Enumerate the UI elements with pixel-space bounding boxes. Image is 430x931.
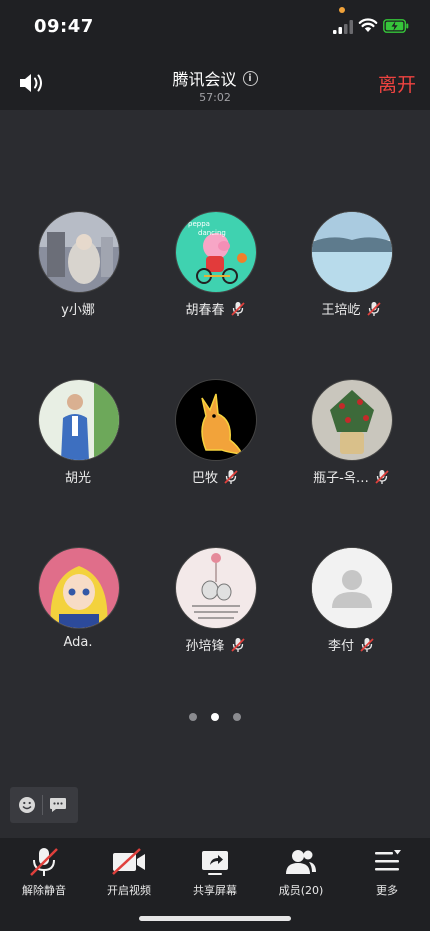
participant-name: 孙培锋 — [185, 639, 225, 654]
meeting-title-row[interactable]: 腾讯会议 i — [0, 66, 430, 90]
participant-tile[interactable]: 胡光 — [8, 379, 148, 509]
participant-tile[interactable]: peppa dancing 胡春春 — [145, 211, 285, 341]
info-icon[interactable]: i — [242, 70, 258, 86]
status-time: 09:47 — [34, 16, 94, 37]
participant-tile[interactable]: 李付 — [281, 547, 421, 677]
members-button[interactable]: 成员(20) — [258, 846, 344, 906]
avatar — [38, 547, 120, 629]
members-label: 成员(20) — [278, 884, 324, 897]
page-dot[interactable] — [233, 713, 241, 721]
status-bar: 09:47 — [0, 0, 430, 52]
participant-tile[interactable]: 王培屹 — [281, 211, 421, 341]
avatar — [311, 211, 393, 293]
avatar — [311, 547, 393, 629]
participant-tile[interactable]: 孙培锋 — [145, 547, 285, 677]
participant-name: y小娜 — [61, 303, 95, 318]
privacy-indicator-dot — [339, 7, 345, 13]
svg-text:dancing: dancing — [198, 229, 226, 237]
share-screen-icon — [202, 851, 228, 875]
participant-name: 胡光 — [64, 471, 91, 486]
default-user-icon — [312, 548, 392, 628]
meeting-toolbar: 解除静音 开启视频 共享屏幕 成员(20) 更多 — [0, 838, 430, 931]
start-video-button[interactable]: 开启视频 — [86, 846, 172, 906]
participant-tile[interactable]: 巴牧 — [145, 379, 285, 509]
meeting-duration: 57:02 — [199, 91, 231, 104]
mic-muted-icon — [224, 469, 238, 484]
svg-text:peppa: peppa — [188, 220, 210, 228]
participant-name: 胡春春 — [185, 303, 225, 318]
participant-tile[interactable]: Ada. — [8, 547, 148, 677]
wifi-icon — [358, 18, 378, 32]
mic-muted-icon — [230, 301, 245, 316]
share-screen-button[interactable]: 共享屏幕 — [172, 846, 258, 906]
avatar — [175, 379, 257, 461]
more-label: 更多 — [376, 884, 398, 897]
emoji-icon[interactable] — [18, 796, 36, 814]
avatar — [38, 211, 120, 293]
mic-muted-icon — [366, 301, 381, 316]
page-dot[interactable] — [189, 713, 197, 721]
mic-muted-icon — [30, 848, 58, 876]
members-icon — [286, 850, 316, 874]
participant-name: 王培屹 — [321, 303, 361, 318]
more-button[interactable]: 更多 — [344, 846, 430, 906]
participant-tile[interactable]: 瓶子-옥… — [281, 379, 421, 509]
participant-tile[interactable]: y小娜 — [8, 211, 148, 341]
cellular-signal-icon — [333, 20, 353, 34]
participant-name: Ada. — [63, 635, 93, 650]
avatar — [175, 547, 257, 629]
mic-muted-icon — [375, 469, 389, 484]
mic-muted-icon — [360, 637, 374, 652]
page-indicator[interactable] — [0, 713, 430, 721]
participant-name: 瓶子-옥… — [313, 471, 369, 486]
mic-muted-icon — [230, 637, 245, 652]
avatar — [38, 379, 120, 461]
unmute-button[interactable]: 解除静音 — [1, 846, 87, 906]
avatar: peppa dancing — [175, 211, 257, 293]
page-dot-active[interactable] — [211, 713, 219, 721]
meeting-title: 腾讯会议 — [172, 70, 237, 89]
participant-name: 巴牧 — [191, 471, 218, 486]
chat-bubble-icon[interactable] — [49, 797, 67, 813]
start-video-label: 开启视频 — [107, 884, 151, 897]
home-indicator[interactable] — [139, 916, 291, 921]
participant-name: 李付 — [327, 639, 354, 654]
quick-chat-box — [10, 787, 78, 823]
share-screen-label: 共享屏幕 — [193, 884, 237, 897]
more-menu-icon — [375, 850, 401, 871]
meeting-header: 腾讯会议 i 57:02 离开 — [0, 52, 430, 110]
avatar — [311, 379, 393, 461]
video-off-icon — [112, 848, 145, 875]
unmute-label: 解除静音 — [22, 884, 66, 897]
leave-button[interactable]: 离开 — [378, 70, 416, 97]
battery-charging-icon — [383, 19, 409, 33]
divider — [42, 795, 43, 815]
